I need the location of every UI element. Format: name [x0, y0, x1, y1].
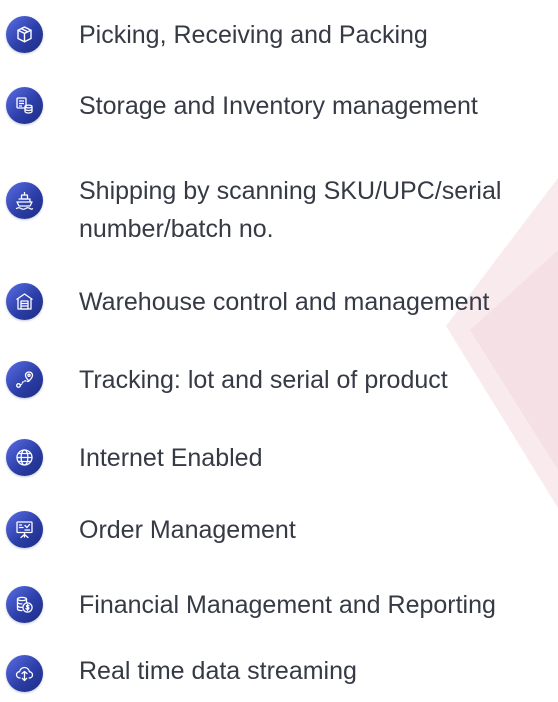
inventory-database-icon [6, 87, 43, 124]
feature-label: Order Management [79, 516, 296, 544]
package-box-icon [6, 16, 43, 53]
presentation-board-icon [6, 511, 43, 548]
ship-icon [6, 182, 43, 219]
feature-label: Shipping by scanning SKU/UPC/serial numb… [79, 177, 502, 243]
cloud-streaming-icon [6, 655, 43, 692]
route-tracking-icon [6, 361, 43, 398]
feature-label: Internet Enabled [79, 444, 263, 472]
feature-label: Real time data streaming [79, 657, 357, 685]
feature-list: Picking, Receiving and Packing Storage a… [0, 0, 558, 702]
globe-icon [6, 439, 43, 476]
feature-label: Picking, Receiving and Packing [79, 21, 428, 49]
feature-label: Warehouse control and management [79, 288, 490, 316]
finance-coins-icon [6, 586, 43, 623]
feature-label: Financial Management and Reporting [79, 591, 496, 619]
warehouse-icon [6, 283, 43, 320]
feature-label: Tracking: lot and serial of product [79, 366, 448, 394]
feature-label: Storage and Inventory management [79, 92, 478, 120]
